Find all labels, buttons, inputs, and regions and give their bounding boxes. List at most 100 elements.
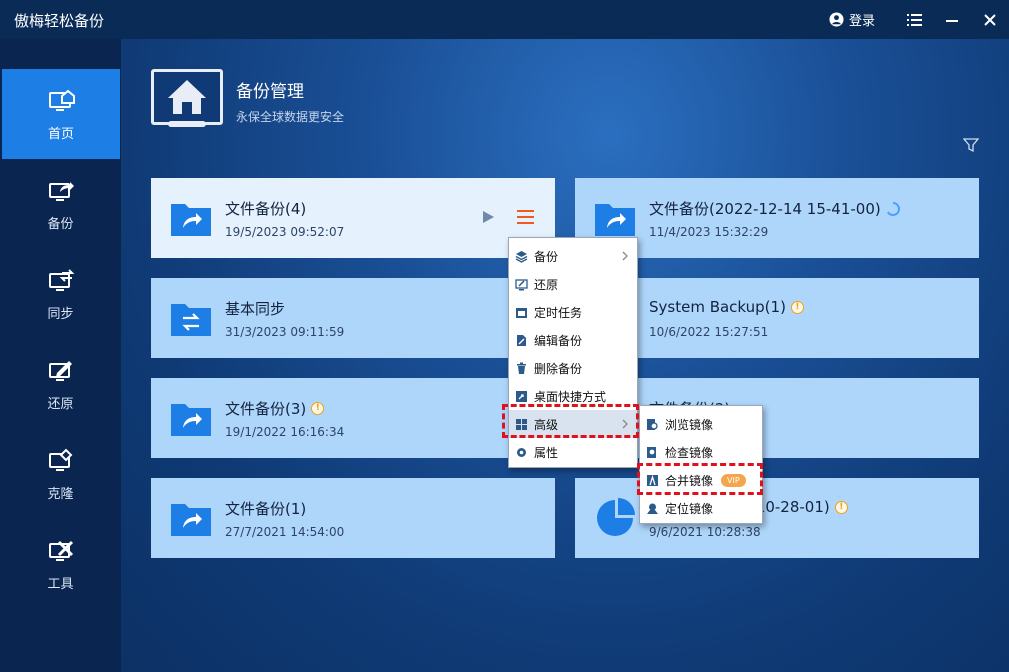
backup-task-card[interactable]: 文件备份(1) 27/7/2021 14:54:00 [151,478,555,558]
restore-icon [48,360,72,381]
sidebar-item-clone[interactable]: 克隆 [0,429,121,519]
folder-share-icon [171,204,211,236]
task-date: 27/7/2021 14:54:00 [225,525,345,539]
house-icon [168,80,206,114]
sidebar-item-label: 备份 [47,216,74,232]
submenu-item-check-image[interactable]: 检查镜像 [640,438,762,466]
backup-task-card[interactable]: 基本同步 31/3/2023 09:11:59 [151,278,555,358]
warning-icon: ! [311,402,325,415]
title-bar: 傲梅轻松备份 登录 [0,0,1009,39]
minimize-icon [946,19,958,22]
list-menu-icon [906,13,922,26]
warning-icon: ! [790,300,804,314]
app-title: 傲梅轻松备份 [14,12,105,30]
home-monitor-header-icon [151,69,223,125]
menu-button[interactable] [895,0,933,39]
folder-share-icon [171,504,211,536]
hamburger-menu-icon[interactable] [517,210,534,224]
advanced-submenu: 浏览镜像 检查镜像 合并镜像 VIP 定位镜像 [639,405,763,524]
disk-pie-icon [597,498,635,536]
menu-item-label: 编辑备份 [534,333,583,348]
menu-item-desktop-shortcut[interactable]: 桌面快捷方式 [509,382,637,410]
trash-icon [517,362,526,374]
task-date: 9/6/2021 10:28:38 [649,525,761,539]
explore-image-icon [647,418,658,430]
monitor-stand [168,121,206,127]
task-name: 文件备份(2022-12-14 15-41-00) [649,198,900,219]
sidebar: 首页 备份 同步 还原 克隆 工具 [0,39,121,672]
task-name: 文件备份(3)! [225,398,325,419]
menu-item-advanced[interactable]: 高级 [509,410,637,438]
clone-icon [48,448,72,471]
login-label: 登录 [848,14,875,29]
login-button[interactable]: 登录 [829,10,875,29]
sidebar-item-backup[interactable]: 备份 [0,159,121,249]
chevron-right-icon [622,251,628,261]
loading-spinner-icon [886,201,900,216]
sidebar-item-label: 还原 [47,396,74,412]
context-menu: 备份 还原 定时任务 编辑备份 删除备份 桌面快捷方式 高级 属性 [508,237,638,468]
sidebar-item-sync[interactable]: 同步 [0,249,121,339]
warning-icon: ! [834,500,848,514]
page-subtitle: 永保全球数据更安全 [236,110,345,124]
vip-badge: VIP [721,473,746,487]
shortcut-icon [516,390,527,402]
sidebar-item-restore[interactable]: 还原 [0,339,121,429]
menu-item-edit-backup[interactable]: 编辑备份 [509,326,637,354]
sidebar-item-tools[interactable]: 工具 [0,519,121,609]
title-bar-controls: 登录 [829,0,1009,39]
play-icon[interactable] [481,210,495,224]
filter-icon[interactable] [963,137,979,153]
backup-icon [48,181,74,201]
close-icon [984,13,996,26]
submenu-item-label: 定位镜像 [665,501,714,516]
folder-sync-icon [171,304,211,336]
check-image-icon [647,446,656,458]
menu-item-schedule[interactable]: 定时任务 [509,298,637,326]
sidebar-item-home[interactable]: 首页 [2,69,120,159]
task-date: 19/1/2022 16:16:34 [225,425,345,439]
chevron-right-icon [622,419,628,429]
locate-image-icon [647,503,658,514]
page-title: 备份管理 [236,82,304,102]
menu-item-backup[interactable]: 备份 [509,242,637,270]
gear-icon [517,447,526,457]
merge-image-icon [647,474,658,486]
user-icon [829,12,844,27]
sidebar-item-label: 首页 [47,126,74,142]
restore-monitor-icon [515,278,528,290]
submenu-item-label: 合并镜像 [665,473,714,488]
folder-share-icon [595,204,635,236]
grid-icon [516,418,527,430]
menu-item-properties[interactable]: 属性 [509,438,637,466]
calendar-icon [516,307,527,318]
submenu-item-explore-image[interactable]: 浏览镜像 [640,410,762,438]
menu-item-label: 定时任务 [534,305,583,320]
menu-item-delete-backup[interactable]: 删除备份 [509,354,637,382]
close-button[interactable] [971,0,1009,39]
task-date: 19/5/2023 09:52:07 [225,225,345,239]
menu-item-label: 删除备份 [534,361,583,376]
menu-item-label: 还原 [534,277,559,292]
menu-item-restore[interactable]: 还原 [509,270,637,298]
folder-share-icon [171,404,211,436]
backup-task-card[interactable]: 5-09 10-28-01)! 9/6/2021 10:28:38 [575,478,979,558]
layers-icon [515,250,528,263]
task-name-text: 基本同步 [225,300,286,318]
submenu-item-merge-image[interactable]: 合并镜像 VIP [640,466,762,494]
backup-task-card[interactable]: 文件备份(4) 19/5/2023 09:52:07 [151,178,555,258]
task-name: 文件备份(1) [225,498,306,519]
task-name-text: 文件备份(4) [225,200,307,218]
sync-icon [48,268,74,291]
task-name: 基本同步 [225,298,285,319]
task-name-text: 文件备份(3) [225,400,307,418]
task-name: 文件备份(4) [225,198,306,219]
task-date: 10/6/2022 15:27:51 [649,325,769,339]
home-monitor-icon [49,89,75,111]
menu-item-label: 桌面快捷方式 [534,389,607,404]
minimize-button[interactable] [933,0,971,39]
menu-item-label: 备份 [534,249,559,264]
submenu-item-label: 浏览镜像 [665,417,714,432]
backup-task-card[interactable]: 文件备份(3)! 19/1/2022 16:16:34 [151,378,555,458]
submenu-item-locate-image[interactable]: 定位镜像 [640,494,762,522]
